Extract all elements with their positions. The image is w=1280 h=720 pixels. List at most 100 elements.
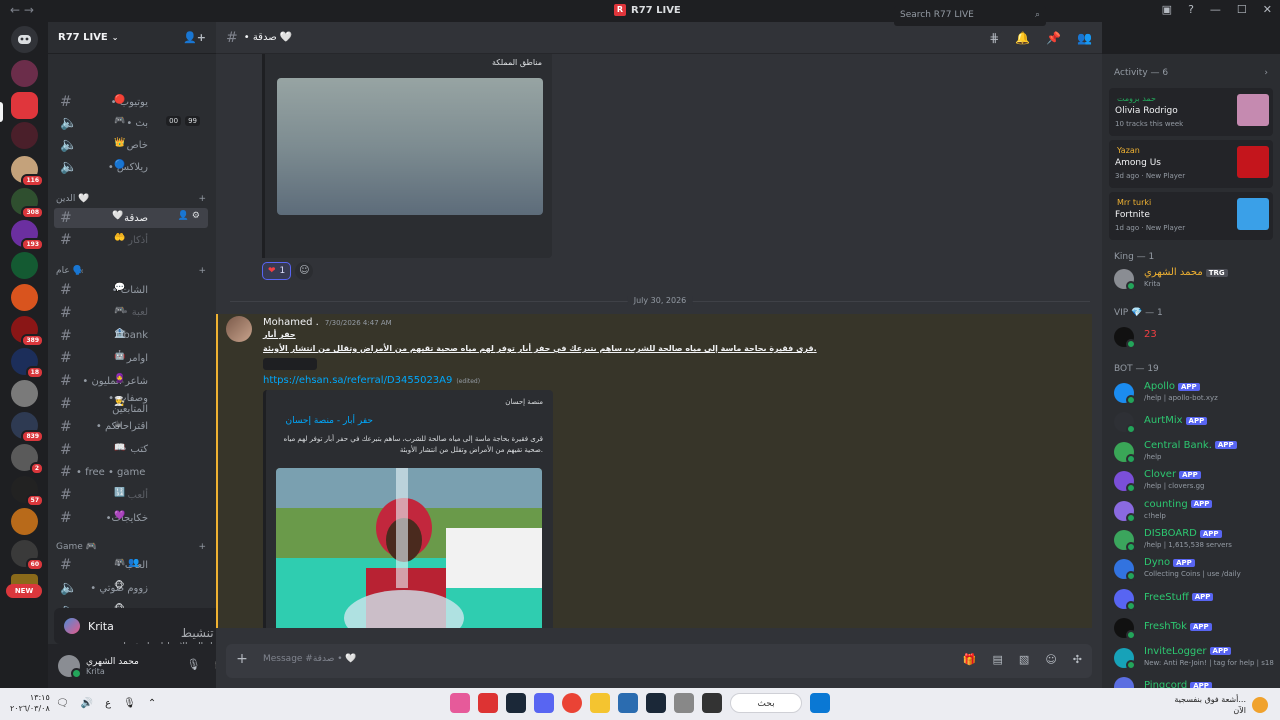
chrome-icon[interactable] — [562, 693, 582, 713]
avatar[interactable] — [58, 655, 82, 679]
invite-icon[interactable]: 👤+ — [183, 31, 206, 44]
taskbar-search[interactable]: بحث — [730, 693, 802, 713]
activity-header[interactable]: Activity — 6 › — [1114, 68, 1268, 78]
chevron-up-icon[interactable]: ⌃ — [148, 698, 156, 709]
server-icon-5[interactable]: 308 — [11, 188, 44, 219]
inbox-icon[interactable]: ▣ — [1162, 3, 1172, 16]
nav-arrows[interactable]: ← → — [10, 3, 34, 17]
channel-item[interactable]: 🔈 • ريلاكس 🔵 — [54, 157, 208, 177]
member-item[interactable]: InviteLogger APP New: Anti Re-Join! | tag … — [1114, 645, 1274, 673]
clock[interactable]: ١٣:١٥ ٢٠٢٦/٠٣/٠٨ — [10, 692, 50, 714]
gift-icon[interactable]: 🎁 — [963, 653, 977, 666]
member-item[interactable]: AurtMix APP — [1114, 409, 1274, 437]
member-item[interactable]: Apollo APP/help | apollo-bot.xyz — [1114, 380, 1274, 408]
channel-item[interactable]: # •خكايجات 💜 — [54, 508, 208, 528]
server-icon-16[interactable]: 60 — [11, 540, 44, 571]
apps-icon[interactable]: ✣ — [1073, 653, 1082, 666]
channel-category[interactable]: الدين 🤍 + — [56, 194, 206, 204]
app-icon-10[interactable] — [702, 693, 722, 713]
server-icon-13[interactable]: 2 — [11, 444, 44, 475]
emoji-icon[interactable]: ☺ — [1045, 653, 1056, 666]
activity-card[interactable]: حمد برومت Olivia Rodrigo 10 tracks this we… — [1109, 88, 1273, 136]
channel-item[interactable]: # • ألعب 🔢 — [54, 485, 208, 505]
close-button[interactable]: ✕ — [1263, 3, 1272, 16]
sticker-icon[interactable]: ▧ — [1019, 653, 1029, 666]
server-icon-15[interactable] — [11, 508, 38, 535]
minimize-button[interactable]: — — [1210, 3, 1221, 16]
embed-image[interactable] — [277, 78, 543, 215]
channel-item[interactable]: # • الشات 💬 — [54, 280, 208, 300]
server-icon-14[interactable]: 57 — [11, 476, 44, 507]
activity-card[interactable]: Mrr turki Fortnite 1d ago · New Player — [1109, 192, 1273, 240]
member-item[interactable]: Central Bank. APP/help — [1114, 439, 1274, 467]
channel-item[interactable]: # • يوتيوب 🔴 — [54, 92, 208, 112]
embed-photo[interactable] — [276, 468, 542, 628]
message-author[interactable]: Mohamed . — [263, 317, 319, 328]
member-item[interactable]: FreshTok APP — [1114, 615, 1274, 643]
microphone-icon[interactable]: 🎙 — [186, 658, 200, 671]
message-input[interactable]: Message #صدقة • 🤍 — [263, 654, 357, 664]
member-item[interactable]: Clover APP/help | clovers.gg — [1114, 468, 1274, 496]
channel-item[interactable]: # • اقتراحاتكم ☕ — [54, 417, 208, 437]
members-icon[interactable]: 👥 — [1077, 31, 1092, 45]
steam-icon[interactable] — [646, 693, 666, 713]
app-icon-r77[interactable] — [478, 693, 498, 713]
pin-icon[interactable]: 📌 — [1046, 31, 1061, 45]
channel-item[interactable]: # • اوامر 🤖 — [54, 348, 208, 368]
member-item[interactable]: counting APP c!help — [1114, 498, 1274, 526]
channel-category[interactable]: Game 🎮 + — [56, 542, 206, 552]
steam-icon[interactable] — [506, 693, 526, 713]
threads-icon[interactable]: ⋕ — [989, 31, 999, 45]
server-icon-11[interactable] — [11, 380, 38, 407]
gif-icon[interactable]: ▤ — [993, 653, 1003, 666]
server-header[interactable]: R77 LIVE ⌄ 👤+ — [48, 22, 216, 54]
server-icon-3[interactable] — [11, 122, 38, 149]
server-icon-12[interactable]: 839 — [11, 412, 44, 443]
weather-widget[interactable]: أشعة فوق بنفسجية... الآن — [1174, 694, 1268, 716]
snipping-tool-icon[interactable] — [674, 693, 694, 713]
embed-title[interactable]: حفر أبار - منصة إحسان — [286, 416, 373, 426]
volume-icon[interactable]: 🔊 — [81, 698, 93, 709]
message-composer[interactable]: + Message #صدقة • 🤍 🎁 ▤ ▧ ☺ ✣ — [226, 644, 1092, 678]
member-item[interactable]: FreeStuff APP — [1114, 586, 1274, 614]
server-icon-9[interactable]: 389 — [11, 316, 44, 347]
add-channel-icon[interactable]: + — [198, 542, 206, 552]
activity-card[interactable]: Yazan Among Us 3d ago · New Player — [1109, 140, 1273, 188]
member-item[interactable]: محمد الشهري TRG Krita — [1114, 266, 1274, 294]
channel-item[interactable]: # • صدقة 🤍 👤 ⚙ — [54, 208, 208, 228]
search-input[interactable]: Search R77 LIVE ⌕ — [894, 6, 1046, 26]
channel-category[interactable]: عام 🗣️ + — [56, 266, 206, 276]
channel-item[interactable]: # • شاعر المليون 🧕 — [54, 371, 208, 391]
windows-start-icon[interactable] — [810, 693, 830, 713]
member-item[interactable]: Pingcord APP — [1114, 674, 1274, 688]
add-reaction-icon[interactable]: ☺ — [295, 262, 314, 280]
member-item[interactable]: Dyno APP Collecting Coins | use /daily — [1114, 556, 1274, 584]
discord-icon[interactable] — [534, 693, 554, 713]
channel-item[interactable]: 🔈 • بث 🎮 00 99 — [54, 113, 208, 133]
store-icon[interactable] — [618, 693, 638, 713]
server-icon-8[interactable] — [11, 284, 38, 311]
spoiler-block[interactable] — [263, 358, 317, 370]
home-button[interactable] — [11, 26, 38, 53]
channel-item[interactable]: 🔈 • خاص 👑 — [54, 135, 208, 155]
channel-item[interactable]: # • العاب 🎮 👥 — [54, 555, 208, 575]
app-icon-1[interactable] — [450, 693, 470, 713]
language-icon[interactable]: ع — [105, 698, 111, 709]
channel-item[interactable]: # bank 🏦 — [54, 326, 208, 346]
folder-icon[interactable] — [590, 693, 610, 713]
avatar[interactable] — [226, 316, 252, 342]
channel-item[interactable]: #• free • game🆓 — [54, 462, 208, 482]
channel-item[interactable]: # • أذكار 🤲 — [54, 230, 208, 250]
channel-item[interactable]: # • كتب 📖 — [54, 440, 208, 460]
message-link[interactable]: https://ehsan.sa/referral/D3455023A9 — [263, 375, 452, 386]
maximize-button[interactable]: ☐ — [1237, 3, 1247, 16]
microphone-icon[interactable]: 🎙 — [123, 698, 136, 709]
server-icon-4[interactable]: 116 — [11, 156, 44, 187]
notification-icon[interactable]: 🗨 — [56, 698, 69, 709]
server-icon-6[interactable]: 193 — [11, 220, 44, 251]
channel-item[interactable]: 🔈 • زووم صوتي🐵 — [54, 578, 208, 598]
server-icon-7[interactable] — [11, 252, 38, 279]
member-item[interactable]: DISBOARD APP/help | 1,615,538 servers — [1114, 527, 1274, 555]
server-icon-r77[interactable] — [11, 92, 38, 119]
channel-settings-icon[interactable]: 👤 ⚙ — [178, 211, 200, 221]
